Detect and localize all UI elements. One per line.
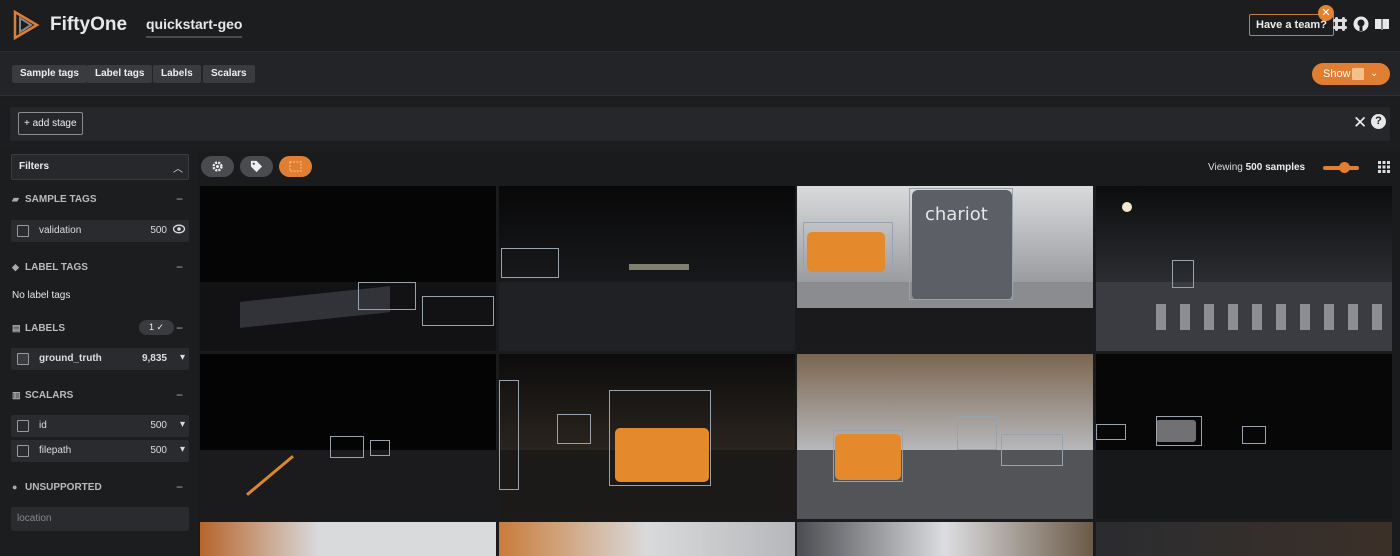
show-label: Show bbox=[1323, 68, 1351, 80]
grid-view-icon[interactable] bbox=[1378, 161, 1390, 173]
view-stage-input[interactable]: + add stage ✕ ? bbox=[10, 107, 1390, 141]
field-count: 9,835 bbox=[141, 353, 167, 364]
collapse-icon[interactable]: − bbox=[176, 192, 183, 206]
label-field-row[interactable]: ground_truth 9,835 ▾ bbox=[11, 348, 189, 370]
sample-thumbnail[interactable] bbox=[499, 354, 795, 519]
dataset-selector[interactable]: quickstart-geo bbox=[146, 16, 243, 38]
sample-thumbnail[interactable] bbox=[200, 522, 496, 556]
sample-thumbnail[interactable] bbox=[499, 186, 795, 351]
sample-thumbnail[interactable] bbox=[200, 354, 496, 519]
scalar-field-row[interactable]: filepath 500 ▾ bbox=[11, 440, 189, 462]
unsupported-field-location: location bbox=[11, 507, 189, 531]
chevron-up-icon: ︿ bbox=[173, 164, 183, 175]
panel-icon bbox=[1352, 68, 1364, 80]
field-count: 500 bbox=[150, 445, 167, 456]
sample-tag-row[interactable]: validation 500 bbox=[11, 220, 189, 242]
filters-dropdown[interactable]: Filters ︿ bbox=[11, 154, 189, 180]
tab-scalars[interactable]: Scalars bbox=[203, 65, 255, 83]
question-circle-icon: ● bbox=[12, 482, 18, 492]
checkbox[interactable] bbox=[17, 225, 29, 237]
docs-book-icon[interactable] bbox=[1374, 16, 1390, 32]
field-name: ground_truth bbox=[39, 353, 102, 364]
empty-label-tags: No label tags bbox=[12, 290, 71, 301]
chevron-down-icon: ⌄ bbox=[1370, 68, 1379, 79]
eye-icon[interactable] bbox=[172, 224, 186, 237]
collapse-icon[interactable]: − bbox=[176, 321, 183, 335]
field-name: filepath bbox=[39, 445, 72, 456]
view-bar: + add stage ✕ ? bbox=[0, 97, 1400, 151]
sample-thumbnail[interactable]: chariot bbox=[797, 186, 1093, 351]
sample-thumbnail[interactable] bbox=[797, 354, 1093, 519]
checkbox[interactable] bbox=[17, 353, 29, 365]
field-name: id bbox=[39, 420, 47, 431]
sample-thumbnail[interactable] bbox=[1096, 354, 1392, 519]
tab-label-tags[interactable]: Label tags bbox=[87, 65, 153, 83]
viewing-samples: 500 samples bbox=[1245, 162, 1306, 173]
github-icon[interactable] bbox=[1353, 16, 1369, 32]
fiftyone-logo-icon[interactable] bbox=[12, 10, 40, 40]
collapse-icon[interactable]: − bbox=[176, 480, 183, 494]
bar-chart-icon: ▥ bbox=[12, 390, 21, 400]
top-navbar: FiftyOne quickstart-geo Have a team? ✕ bbox=[0, 0, 1400, 52]
add-stage-button[interactable]: + add stage bbox=[18, 112, 83, 135]
tag-button[interactable] bbox=[240, 156, 273, 177]
settings-gear-button[interactable] bbox=[201, 156, 234, 177]
selection-patches-button[interactable] bbox=[279, 156, 312, 177]
app-title[interactable]: FiftyOne bbox=[50, 14, 127, 36]
section-title: SCALARS bbox=[25, 390, 74, 401]
chevron-down-icon[interactable]: ▾ bbox=[180, 419, 185, 430]
chevron-down-icon[interactable]: ▾ bbox=[180, 352, 185, 363]
labels-icon: ▤ bbox=[12, 323, 21, 333]
tab-labels[interactable]: Labels bbox=[153, 65, 201, 83]
section-title: LABEL TAGS bbox=[25, 262, 88, 273]
sample-thumbnail[interactable] bbox=[200, 186, 496, 351]
slack-icon[interactable] bbox=[1332, 16, 1348, 32]
zoom-slider-handle[interactable] bbox=[1339, 162, 1350, 173]
section-scalars[interactable]: ▥ SCALARS bbox=[12, 390, 73, 404]
tab-sample-tags[interactable]: Sample tags bbox=[12, 65, 87, 83]
clear-view-icon[interactable]: ✕ bbox=[1353, 113, 1367, 133]
field-count: 500 bbox=[150, 225, 167, 236]
field-name: validation bbox=[39, 225, 82, 236]
help-icon[interactable]: ? bbox=[1371, 114, 1386, 129]
sample-thumbnail[interactable] bbox=[797, 522, 1093, 556]
scalar-field-row[interactable]: id 500 ▾ bbox=[11, 415, 189, 437]
field-tab-bar: Sample tags Label tags Labels Scalars Sh… bbox=[0, 52, 1400, 96]
tag-icon: ▰ bbox=[12, 194, 19, 204]
checkbox[interactable] bbox=[17, 420, 29, 432]
filters-sidebar: Filters ︿ ▰ SAMPLE TAGS − validation 500 … bbox=[0, 152, 198, 556]
collapse-icon[interactable]: − bbox=[176, 388, 183, 402]
chevron-down-icon[interactable]: ▾ bbox=[180, 444, 185, 455]
section-sample-tags[interactable]: ▰ SAMPLE TAGS bbox=[12, 194, 96, 208]
section-title: SAMPLE TAGS bbox=[25, 194, 97, 205]
section-unsupported[interactable]: ● UNSUPPORTED bbox=[12, 482, 102, 496]
viewing-count: Viewing 500 samples bbox=[1208, 162, 1305, 173]
tag-icon: ◆ bbox=[12, 262, 19, 272]
section-title: LABELS bbox=[25, 323, 65, 334]
viewing-prefix: Viewing bbox=[1208, 162, 1246, 173]
show-panel-button[interactable]: Show ⌄ bbox=[1312, 63, 1390, 85]
section-label-tags[interactable]: ◆ LABEL TAGS bbox=[12, 262, 88, 276]
section-title: UNSUPPORTED bbox=[25, 482, 102, 493]
collapse-icon[interactable]: − bbox=[176, 260, 183, 274]
checkbox[interactable] bbox=[17, 445, 29, 457]
sample-thumbnail[interactable] bbox=[1096, 522, 1392, 556]
field-count: 500 bbox=[150, 420, 167, 431]
sample-thumbnail[interactable] bbox=[1096, 186, 1392, 351]
section-labels[interactable]: ▤ LABELS bbox=[12, 323, 65, 337]
filters-label: Filters bbox=[19, 161, 50, 172]
active-labels-badge[interactable]: 1 ✓ bbox=[139, 320, 174, 335]
sample-thumbnail[interactable] bbox=[499, 522, 795, 556]
grid-toolbar: Viewing 500 samples bbox=[198, 152, 1400, 184]
